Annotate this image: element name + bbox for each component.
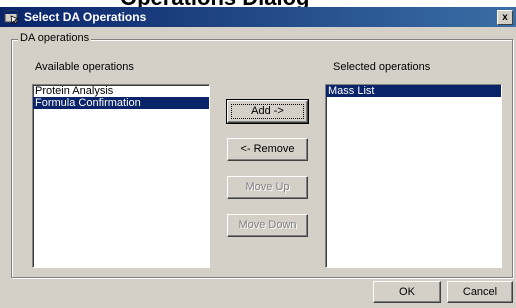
- remove-button[interactable]: <- Remove: [227, 138, 308, 161]
- ok-button-label: OK: [399, 286, 415, 298]
- move-up-button-label: Move Up: [245, 181, 290, 193]
- window-title: Select DA Operations: [24, 10, 147, 24]
- selected-operations-label: Selected operations: [333, 61, 431, 73]
- remove-button-label: <- Remove: [240, 143, 295, 155]
- list-item[interactable]: Mass List: [326, 85, 501, 97]
- add-button-label: Add ->: [251, 105, 284, 117]
- dialog-client-area: DA operations Available operations Prote…: [0, 27, 516, 308]
- list-item[interactable]: Protein Analysis: [33, 85, 209, 97]
- dialog-app-icon: [4, 10, 20, 25]
- available-operations-label: Available operations: [35, 61, 134, 73]
- ok-button[interactable]: OK: [373, 281, 441, 303]
- cancel-button[interactable]: Cancel: [447, 281, 513, 303]
- close-icon[interactable]: x: [497, 10, 513, 25]
- selected-operations-list[interactable]: Mass List: [325, 84, 502, 268]
- list-item[interactable]: Formula Confirmation: [33, 97, 209, 109]
- add-button[interactable]: Add ->: [226, 99, 309, 124]
- move-down-button-label: Move Down: [238, 219, 297, 231]
- title-bar[interactable]: Select DA Operations x: [0, 7, 516, 27]
- move-up-button[interactable]: Move Up: [227, 176, 308, 199]
- move-down-button[interactable]: Move Down: [227, 214, 308, 237]
- cancel-button-label: Cancel: [462, 286, 498, 298]
- available-operations-list[interactable]: Protein Analysis Formula Confirmation: [32, 84, 210, 268]
- clipped-header: Operations Dialog: [0, 0, 516, 9]
- group-label: DA operations: [18, 32, 92, 44]
